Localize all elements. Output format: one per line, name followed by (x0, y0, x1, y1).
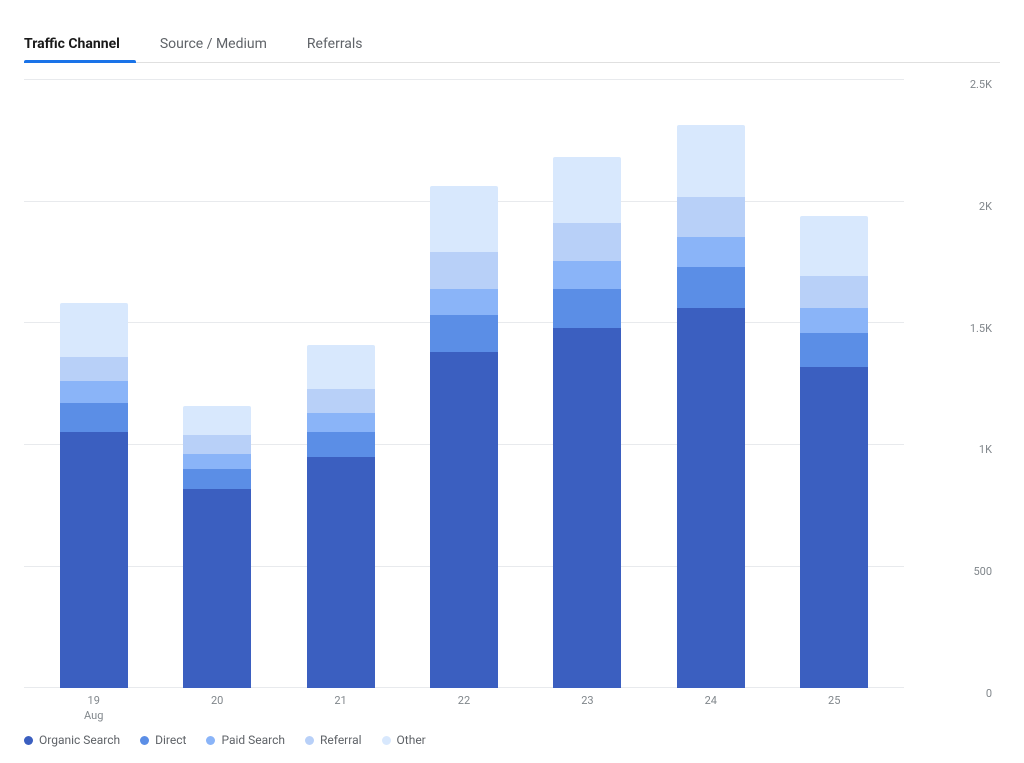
chart-inner: 19Aug202122232425 (24, 79, 904, 723)
bar-group (291, 79, 391, 688)
stacked-bar (60, 303, 128, 688)
legend-label-referral: Referral (320, 733, 362, 747)
bar-group (414, 79, 514, 688)
x-axis-label: 24 (649, 694, 772, 723)
y-axis-label: 2K (979, 201, 992, 212)
bar-segment-paidSearch (430, 289, 498, 316)
tab-referrals[interactable]: Referrals (307, 28, 379, 62)
legend-label-organic: Organic Search (39, 733, 120, 747)
bar-group (44, 79, 144, 688)
legend-item-other: Other (382, 733, 426, 747)
bar-segment-referral (800, 276, 868, 308)
legend-item-referral: Referral (305, 733, 362, 747)
legend-dot-paid-search (206, 736, 215, 745)
y-axis-label: 1.5K (970, 323, 992, 334)
bar-segment-paidSearch (307, 413, 375, 433)
bar-segment-other (800, 216, 868, 277)
legend-dot-referral (305, 736, 314, 745)
bar-group (537, 79, 637, 688)
bar-segment-referral (553, 223, 621, 261)
y-axis-label: 0 (986, 688, 992, 699)
legend-item-organic: Organic Search (24, 733, 120, 747)
bar-segment-referral (307, 389, 375, 413)
legend-dot-direct (140, 736, 149, 745)
stacked-bar (677, 125, 745, 688)
tab-traffic-channel[interactable]: Traffic Channel (24, 28, 136, 62)
chart-area: 19Aug202122232425 0 500 1K 1.5K 2K 2.5K Organ… (24, 79, 1000, 747)
bar-segment-organic (553, 328, 621, 689)
x-axis-label: 20 (155, 694, 278, 723)
x-axis-label: 22 (402, 694, 525, 723)
chart-plot (24, 79, 904, 688)
y-axis-label: 500 (973, 566, 992, 577)
bar-segment-paidSearch (677, 237, 745, 266)
bar-segment-other (553, 157, 621, 223)
bar-segment-organic (307, 457, 375, 689)
bar-segment-referral (60, 357, 128, 381)
bar-group (661, 79, 761, 688)
x-axis-label: 25 (773, 694, 896, 723)
y-axis-label: 1K (979, 444, 992, 455)
bar-group (784, 79, 884, 688)
x-axis: 19Aug202122232425 (24, 688, 904, 723)
legend-item-paid-search: Paid Search (206, 733, 285, 747)
bars-row (24, 79, 904, 688)
bar-segment-direct (430, 315, 498, 352)
bar-segment-other (183, 406, 251, 435)
stacked-bar (800, 216, 868, 689)
bar-segment-paidSearch (800, 308, 868, 332)
bar-segment-paidSearch (553, 261, 621, 289)
legend-dot-other (382, 736, 391, 745)
bar-segment-direct (553, 289, 621, 328)
bar-segment-organic (800, 367, 868, 689)
bar-segment-referral (677, 197, 745, 237)
bar-segment-referral (183, 435, 251, 455)
bar-segment-other (307, 345, 375, 389)
bar-segment-referral (430, 252, 498, 289)
bar-segment-other (430, 186, 498, 252)
bar-segment-direct (307, 432, 375, 456)
bar-segment-direct (800, 333, 868, 367)
bar-segment-paidSearch (60, 381, 128, 403)
y-axis: 0 500 1K 1.5K 2K 2.5K (960, 79, 1000, 699)
tab-bar: Traffic Channel Source / Medium Referrals (24, 28, 1000, 63)
legend-dot-organic (24, 736, 33, 745)
x-axis-label: 21 (279, 694, 402, 723)
bar-segment-other (677, 125, 745, 197)
card: Traffic ChannelSource / MediumReferrals … (0, 0, 1024, 763)
legend-label-direct: Direct (155, 733, 186, 747)
stacked-bar (307, 345, 375, 689)
tab-source-medium[interactable]: Source / Medium (160, 28, 283, 62)
legend-item-direct: Direct (140, 733, 186, 747)
bar-segment-organic (183, 489, 251, 689)
stacked-bar (183, 406, 251, 689)
bar-segment-other (60, 303, 128, 357)
legend-label-other: Other (397, 733, 426, 747)
bar-segment-direct (677, 267, 745, 308)
bar-segment-paidSearch (183, 454, 251, 469)
x-axis-label: 19Aug (32, 694, 155, 723)
stacked-bar (430, 186, 498, 688)
chart-legend: Organic Search Direct Paid Search Referral O… (24, 723, 1000, 747)
stacked-bar (553, 157, 621, 688)
x-axis-label: 23 (526, 694, 649, 723)
bar-group (167, 79, 267, 688)
chart-container: 19Aug202122232425 0 500 1K 1.5K 2K 2.5K (24, 79, 1000, 723)
y-axis-label: 2.5K (970, 79, 992, 90)
bar-segment-direct (183, 469, 251, 489)
bar-segment-organic (430, 352, 498, 688)
bar-segment-direct (60, 403, 128, 432)
legend-label-paid-search: Paid Search (221, 733, 285, 747)
bar-segment-organic (60, 432, 128, 688)
bar-segment-organic (677, 308, 745, 688)
